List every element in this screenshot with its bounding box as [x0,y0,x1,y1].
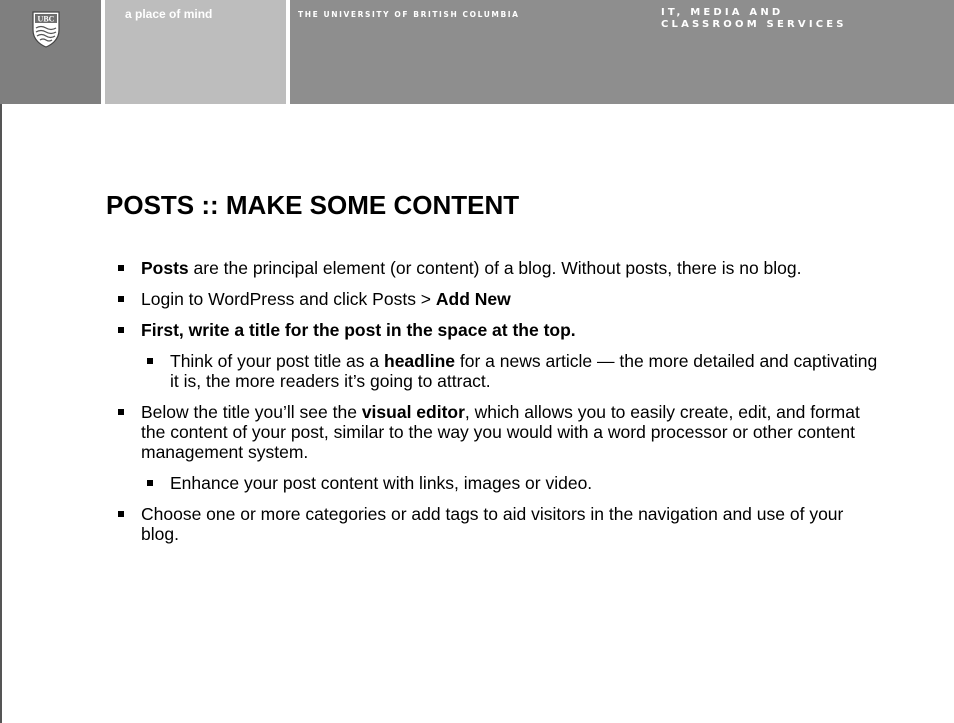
bullet-text: Enhance your post content with links, im… [170,473,593,493]
bullet-text: First, write a title for the post in the… [141,320,576,340]
slide-header-banner: UBC a place of mind THE UNIVERSITY OF BR… [0,0,954,104]
square-bullet-icon [118,296,124,302]
logo-cell: UBC [0,0,101,104]
department-name-line-1: IT, MEDIA AND [661,7,784,18]
crest-lettering: UBC [38,15,55,24]
department-name-line-2: CLASSROOM SERVICES [661,19,847,30]
bullet-text: are the principal element (or content) o… [188,258,802,278]
bullet-bold-term: visual editor [361,402,465,422]
bullet-bold-term: headline [384,351,455,371]
square-bullet-icon [118,511,124,517]
left-border-rule [0,0,2,723]
tagline-cell: a place of mind [105,0,286,104]
bullet-item: Choose one or more categories or add tag… [118,504,861,544]
bullet-item: Below the title you’ll see the visual ed… [118,402,861,462]
bullet-item: Login to WordPress and click Posts > Add… [118,289,861,309]
bullet-text: Login to WordPress and click Posts > [141,289,436,309]
bullet-text: Think of your post title as a [170,351,384,371]
bullet-bold-tail: Add New [435,289,511,309]
sub-bullet-item: Enhance your post content with links, im… [147,473,880,493]
bullet-item: Posts are the principal element (or cont… [118,258,861,278]
department-name: IT, MEDIA AND CLASSROOM SERVICES [661,7,847,31]
bullet-bold-lead: Posts [141,258,189,278]
bullet-item: First, write a title for the post in the… [118,320,861,340]
square-bullet-icon [118,409,124,415]
sub-bullet-item: Think of your post title as a headline f… [147,351,880,391]
bullet-text: Choose one or more categories or add tag… [141,504,844,544]
header-divider [286,0,290,104]
square-bullet-icon [147,358,153,364]
square-bullet-icon [147,480,153,486]
bullet-text: Below the title you’ll see the [141,402,362,422]
slide-title: POSTS :: MAKE SOME CONTENT [106,190,520,220]
ubc-crest-icon: UBC [32,11,60,48]
square-bullet-icon [118,265,124,271]
university-name: THE UNIVERSITY OF BRITISH COLUMBIA [298,10,520,19]
square-bullet-icon [118,327,124,333]
slide-bullet-list: Posts are the principal element (or cont… [118,258,938,555]
tagline-text: a place of mind [125,7,213,21]
